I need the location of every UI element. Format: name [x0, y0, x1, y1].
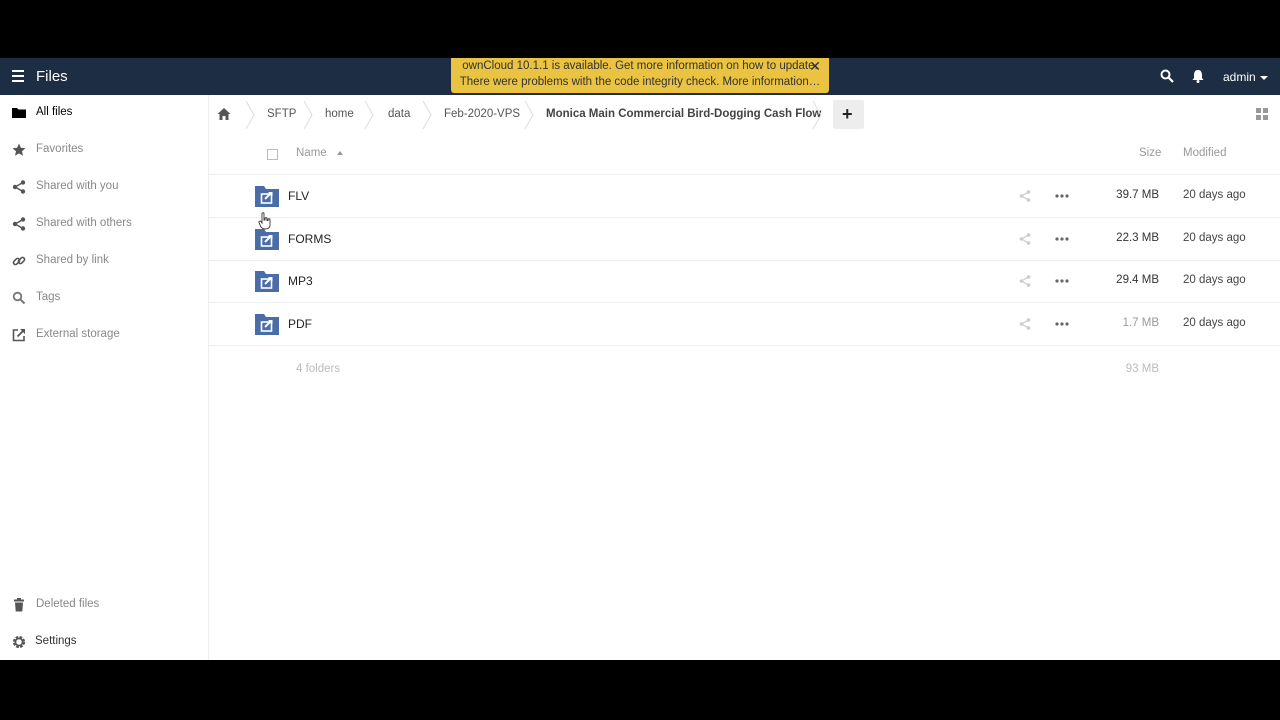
- link-icon: [12, 254, 26, 268]
- update-notification[interactable]: ownCloud 10.1.1 is available. Get more i…: [451, 58, 829, 93]
- sidebar-item-shared-with-others[interactable]: Shared with others: [0, 206, 208, 242]
- sidebar-item-all-files[interactable]: All files: [0, 95, 208, 131]
- grid-view-icon[interactable]: [1256, 108, 1268, 120]
- file-modified: 20 days ago: [1183, 232, 1246, 244]
- share-icon[interactable]: [1019, 275, 1031, 287]
- sidebar-item-shared-with-you[interactable]: Shared with you: [0, 169, 208, 205]
- breadcrumb-label[interactable]: Monica Main Commercial Bird-Dogging Cash…: [546, 108, 821, 120]
- breadcrumb-separator-icon: [524, 101, 534, 129]
- star-icon: [12, 143, 26, 157]
- file-name[interactable]: MP3: [288, 274, 313, 288]
- more-actions-icon[interactable]: [1055, 279, 1069, 283]
- user-menu[interactable]: admin: [1223, 70, 1268, 84]
- file-size: 1.7 MB: [1122, 317, 1159, 329]
- caret-down-icon[interactable]: [1259, 75, 1268, 80]
- share-icon: [12, 217, 26, 231]
- file-size: 29.4 MB: [1116, 274, 1159, 286]
- top-header: Files ownCloud 10.1.1 is available. Get …: [0, 58, 1280, 95]
- column-name[interactable]: Name: [296, 147, 344, 159]
- column-size[interactable]: Size: [1139, 147, 1161, 159]
- share-icon: [12, 180, 26, 194]
- sidebar-item-label[interactable]: Tags: [36, 291, 60, 303]
- more-actions-icon[interactable]: [1055, 322, 1069, 326]
- user-name[interactable]: admin: [1223, 70, 1256, 84]
- shared-folder-icon[interactable]: [255, 228, 279, 250]
- breadcrumb-label[interactable]: home: [325, 108, 354, 120]
- sidebar-item-label[interactable]: Shared with you: [36, 180, 118, 192]
- breadcrumb-label[interactable]: data: [388, 108, 410, 120]
- sidebar-item-settings[interactable]: Settings: [0, 624, 208, 660]
- file-name[interactable]: PDF: [288, 317, 312, 331]
- summary-total-size: 93 MB: [1125, 363, 1159, 375]
- sidebar-item-deleted-files[interactable]: Deleted files: [0, 587, 208, 623]
- table-row[interactable]: FORMS 22.3 MB 20 days ago: [209, 218, 1280, 261]
- column-name-label[interactable]: Name: [296, 147, 327, 159]
- sidebar-item-external-storage[interactable]: External storage: [0, 317, 208, 353]
- file-name[interactable]: FORMS: [288, 232, 331, 246]
- table-row[interactable]: PDF 1.7 MB 20 days ago: [209, 303, 1280, 346]
- sidebar-item-label[interactable]: Deleted files: [36, 598, 99, 610]
- plus-icon[interactable]: +: [842, 104, 853, 125]
- breadcrumb-label[interactable]: Feb-2020-VPS: [444, 108, 520, 120]
- gear-icon: [12, 635, 26, 649]
- summary-count: 4 folders: [296, 363, 341, 375]
- share-icon[interactable]: [1019, 318, 1031, 330]
- sidebar-item-label[interactable]: External storage: [36, 328, 120, 340]
- hamburger-icon[interactable]: [12, 70, 24, 82]
- sort-ascending-icon[interactable]: [336, 150, 344, 156]
- breadcrumb-label[interactable]: SFTP: [267, 108, 296, 120]
- search-icon[interactable]: [1160, 69, 1174, 88]
- sidebar: All files Favorites Shared with you Shar…: [0, 95, 209, 660]
- hand-cursor-icon: [258, 212, 271, 230]
- search-icon: [12, 291, 26, 305]
- app-title[interactable]: Files: [36, 68, 68, 85]
- folder-icon: [12, 106, 26, 120]
- file-size: 39.7 MB: [1116, 189, 1159, 201]
- sidebar-item-label[interactable]: All files: [36, 106, 72, 118]
- breadcrumb-separator-icon: [364, 101, 374, 129]
- column-modified[interactable]: Modified: [1183, 147, 1226, 159]
- file-size: 22.3 MB: [1116, 232, 1159, 244]
- close-icon[interactable]: ✕: [809, 58, 821, 75]
- home-icon[interactable]: [217, 107, 231, 126]
- sidebar-item-label[interactable]: Shared with others: [36, 217, 132, 229]
- share-icon[interactable]: [1019, 233, 1031, 245]
- table-row[interactable]: FLV 39.7 MB 20 days ago: [209, 175, 1280, 218]
- select-all-checkbox[interactable]: [267, 149, 278, 160]
- breadcrumb-separator-icon: [303, 101, 313, 129]
- shared-folder-icon[interactable]: [255, 270, 279, 292]
- sidebar-item-label[interactable]: Favorites: [36, 143, 83, 155]
- new-button[interactable]: +: [833, 100, 864, 129]
- table-row[interactable]: MP3 29.4 MB 20 days ago: [209, 260, 1280, 303]
- share-icon[interactable]: [1019, 190, 1031, 202]
- more-actions-icon[interactable]: [1055, 237, 1069, 241]
- breadcrumb-separator-icon: [245, 101, 255, 129]
- file-modified: 20 days ago: [1183, 317, 1246, 329]
- file-name[interactable]: FLV: [288, 189, 309, 203]
- shared-folder-icon[interactable]: [255, 313, 279, 335]
- breadcrumb-separator-icon: [422, 101, 432, 129]
- sidebar-item-shared-by-link[interactable]: Shared by link: [0, 243, 208, 279]
- file-modified: 20 days ago: [1183, 189, 1246, 201]
- notification-line-2[interactable]: There were problems with the code integr…: [451, 76, 829, 88]
- more-actions-icon[interactable]: [1055, 194, 1069, 198]
- shared-folder-icon[interactable]: [255, 185, 279, 207]
- sidebar-item-tags[interactable]: Tags: [0, 280, 208, 316]
- external-link-icon: [12, 328, 26, 342]
- sidebar-item-label[interactable]: Settings: [35, 635, 77, 647]
- sidebar-item-favorites[interactable]: Favorites: [0, 132, 208, 168]
- file-table-header: Name Size Modified: [209, 136, 1280, 175]
- bell-icon[interactable]: [1192, 69, 1204, 88]
- notification-line-1[interactable]: ownCloud 10.1.1 is available. Get more i…: [451, 60, 829, 72]
- table-summary: 4 folders 93 MB: [209, 358, 1280, 382]
- file-modified: 20 days ago: [1183, 274, 1246, 286]
- breadcrumb: SFTP home data Feb-2020-VPS Monica Main …: [209, 95, 1280, 135]
- sidebar-item-label[interactable]: Shared by link: [36, 254, 109, 266]
- breadcrumb-separator-icon: [812, 101, 822, 129]
- trash-icon: [12, 598, 26, 612]
- owncloud-app: Files ownCloud 10.1.1 is available. Get …: [0, 58, 1280, 660]
